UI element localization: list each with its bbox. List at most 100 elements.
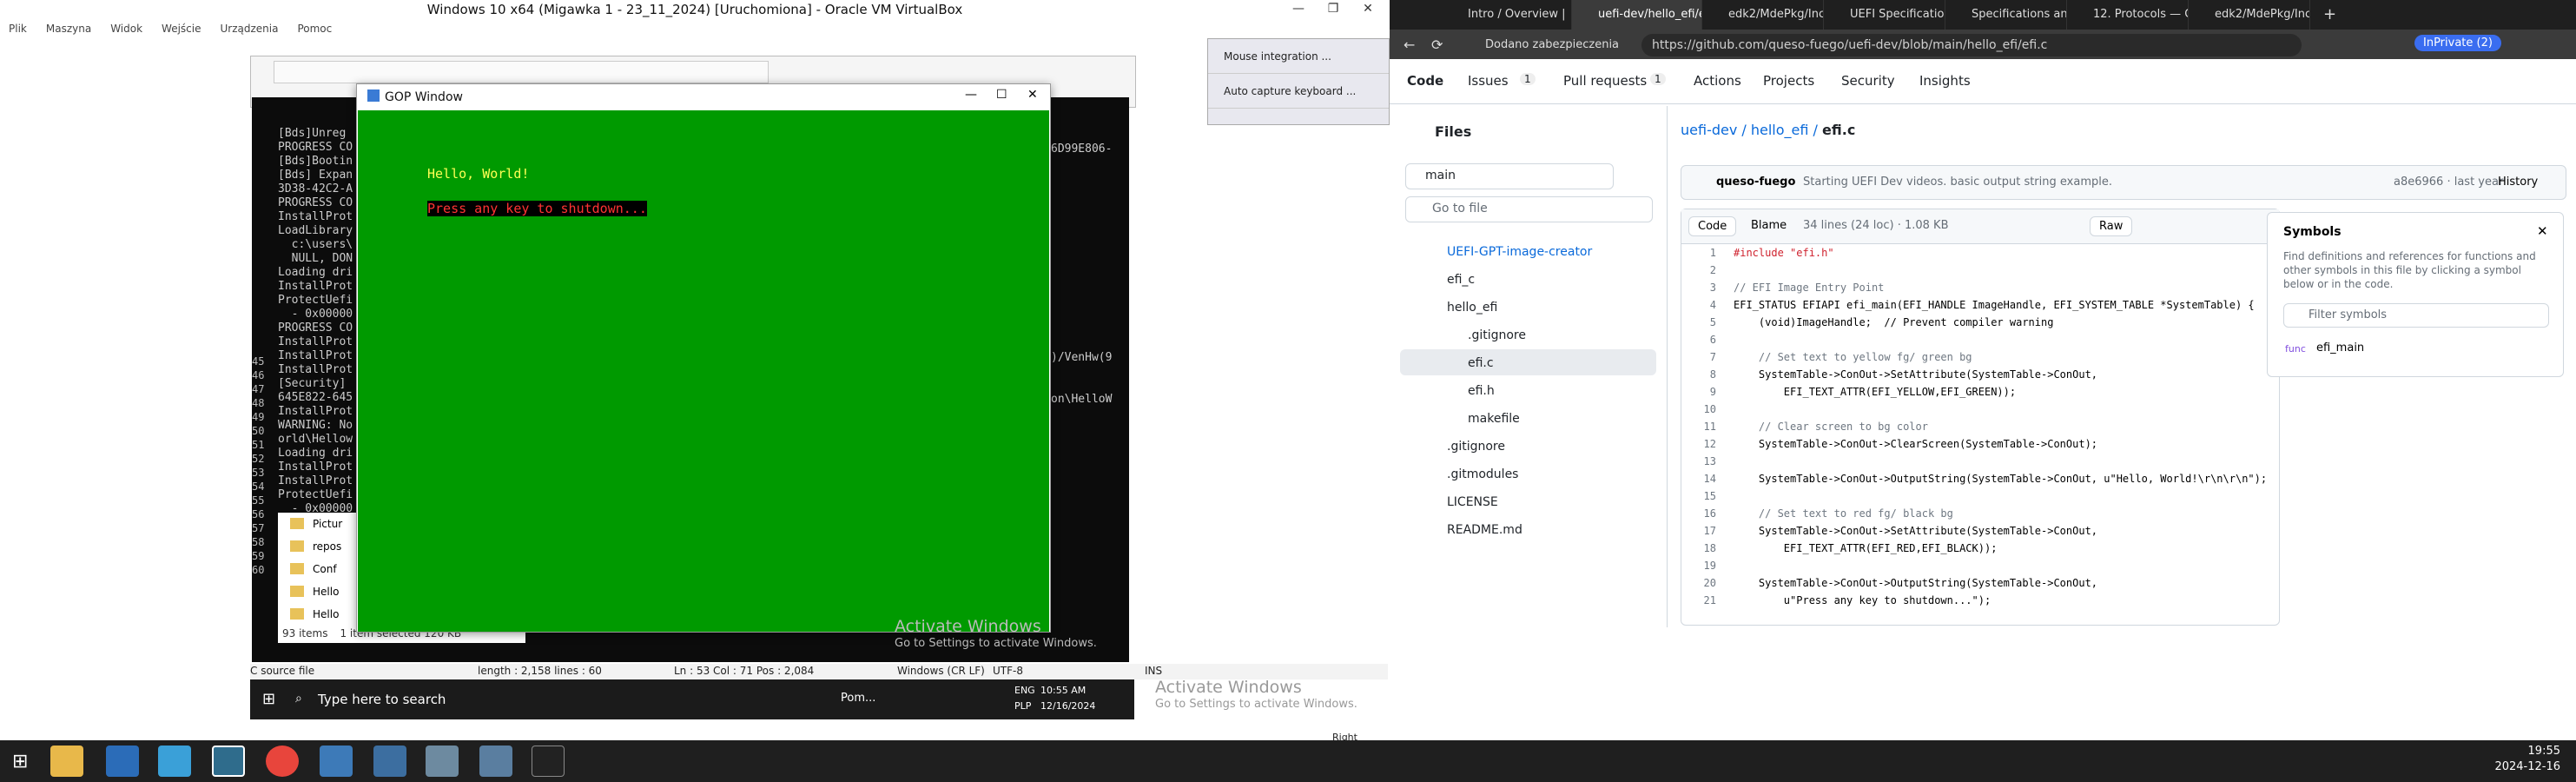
tab-uefi-spec[interactable]: UEFI Specification — [1824, 0, 1945, 30]
nav-issues[interactable]: Issues — [1468, 73, 1509, 89]
filter-symbols-input[interactable]: Filter symbols — [2283, 303, 2549, 328]
breadcrumb-dir[interactable]: hello_efi — [1751, 122, 1809, 138]
menu-help[interactable]: Pomoc — [297, 19, 332, 38]
blame-tab[interactable]: Blame — [1742, 216, 1795, 235]
taskbar-search[interactable]: Type here to search — [318, 692, 446, 707]
tree-makefile[interactable]: makefile — [1468, 412, 1520, 426]
code-line: 17 SystemTable->ConOut->SetAttribute(Sys… — [1681, 522, 2281, 540]
tree-license[interactable]: LICENSE — [1447, 495, 1498, 509]
tree-readme[interactable]: README.md — [1447, 523, 1522, 537]
raw-button[interactable]: Raw — [2090, 216, 2133, 236]
minimize-icon[interactable]: — — [965, 88, 977, 102]
menu-view[interactable]: Widok — [110, 19, 142, 38]
nav-projects[interactable]: Projects — [1763, 73, 1814, 89]
edge-icon[interactable] — [212, 746, 245, 777]
tree-uefi-gpt[interactable]: UEFI-GPT-image-creator — [1447, 245, 1592, 259]
close-icon[interactable]: ✕ — [2537, 223, 2548, 239]
host-clock[interactable]: 19:55 2024-12-16 — [2494, 744, 2560, 775]
explorer-item[interactable]: Hello — [278, 603, 365, 626]
chrome-icon[interactable] — [266, 746, 299, 777]
app-icon[interactable] — [426, 746, 459, 777]
line-number: 49 — [252, 411, 265, 423]
secure-label[interactable]: Dodano zabezpieczenia — [1485, 38, 1619, 51]
guest-date[interactable]: 12/16/2024 — [1040, 700, 1095, 712]
search-icon[interactable]: ⌕ — [295, 692, 302, 706]
nav-pull-requests[interactable]: Pull requests — [1563, 73, 1647, 89]
tab-edk2-1[interactable]: edk2/MdePkg/Incl — [1702, 0, 1824, 30]
commit-author[interactable]: queso-fuego — [1716, 176, 1795, 189]
history-link[interactable]: History — [2498, 176, 2538, 189]
close-icon[interactable]: ✕ — [1027, 88, 1038, 102]
inprivate-badge[interactable]: InPrivate (2) — [2414, 35, 2501, 51]
tree-gitmodules[interactable]: .gitmodules — [1447, 467, 1518, 481]
code-line-number: 16 — [1703, 507, 1716, 520]
code-line-number: 3 — [1709, 282, 1716, 294]
tree-efi-h[interactable]: efi.h — [1468, 384, 1495, 398]
windows-start-icon[interactable]: ⊞ — [262, 690, 275, 708]
tab-protocols[interactable]: 12. Protocols — C — [2067, 0, 2189, 30]
nav-insights[interactable]: Insights — [1919, 73, 1971, 89]
branch-selector[interactable]: main — [1405, 163, 1614, 189]
tab-specifications[interactable]: Specifications and — [1945, 0, 2067, 30]
windows-start-icon[interactable]: ⊞ — [12, 751, 28, 772]
python-icon[interactable] — [320, 746, 353, 777]
symbol-efi-main[interactable]: efi_main — [2316, 341, 2364, 355]
app-icon[interactable] — [106, 746, 139, 777]
maximize-icon[interactable]: ☐ — [996, 88, 1007, 102]
back-icon[interactable]: ← — [1404, 36, 1415, 53]
app-icon[interactable] — [158, 746, 191, 777]
nav-actions[interactable]: Actions — [1694, 73, 1741, 89]
go-to-file-input[interactable]: Go to file — [1405, 196, 1653, 222]
minimize-icon[interactable]: — — [1285, 2, 1311, 16]
gop-window[interactable]: GOP Window — ☐ ✕ Hello, World! Press any… — [356, 83, 1051, 633]
tree-gitignore-sub[interactable]: .gitignore — [1468, 328, 1526, 342]
code-view: Code Blame 34 lines (24 loc) · 1.08 KB R… — [1681, 209, 2280, 626]
tab-edk2-2[interactable]: edk2/MdePkg/Incl — [2189, 0, 2310, 30]
refresh-icon[interactable]: ⟳ — [1431, 36, 1443, 53]
code-line: 11 // Clear screen to bg color — [1681, 418, 2281, 435]
folder-icon — [290, 563, 304, 574]
explorer-item-label: Pictur — [313, 518, 343, 530]
code-line-number: 20 — [1703, 577, 1716, 589]
commit-meta[interactable]: a8e6966 · last year — [2394, 176, 2503, 189]
code-line: 3 // EFI Image Entry Point — [1681, 279, 2281, 296]
tab-hello-efi[interactable]: uefi-dev/hello_efi/e — [1572, 0, 1702, 30]
tree-gitignore[interactable]: .gitignore — [1447, 440, 1505, 454]
app-icon[interactable] — [373, 746, 406, 777]
lang-indicator[interactable]: ENG — [1014, 685, 1035, 696]
menu-machine[interactable]: Maszyna — [46, 19, 91, 38]
explorer-item-label: Hello — [313, 608, 340, 620]
file-explorer-list[interactable]: Pictur repos Conf Hello Hello — [278, 513, 365, 643]
explorer-item[interactable]: Conf — [278, 558, 365, 580]
host-date: 2024-12-16 — [2494, 760, 2560, 773]
taskbar-app[interactable]: Pom... — [841, 692, 875, 705]
menu-file[interactable]: Plik — [9, 19, 27, 38]
tab-intro[interactable]: Intro / Overview | — [1442, 0, 1572, 30]
explorer-item[interactable]: repos — [278, 535, 365, 558]
lang-indicator-2[interactable]: PLP — [1014, 700, 1031, 712]
close-icon[interactable]: ✕ — [1355, 2, 1381, 16]
new-tab-icon[interactable]: + — [2323, 5, 2336, 23]
menu-input[interactable]: Wejście — [162, 19, 201, 38]
mouse-integration-item[interactable]: Mouse integration ... — [1208, 39, 1389, 74]
tree-efi-c[interactable]: efi.c — [1468, 356, 1494, 370]
menu-devices[interactable]: Urządzenia — [220, 19, 278, 38]
terminal-icon[interactable] — [532, 746, 565, 777]
tree-efi-c-dir[interactable]: efi_c — [1447, 273, 1475, 287]
url-field[interactable]: https://github.com/queso-fuego/uefi-dev/… — [1641, 34, 2302, 56]
tree-hello-efi[interactable]: hello_efi — [1447, 301, 1497, 315]
explorer-item[interactable]: Pictur — [278, 513, 365, 535]
code-line: 14 SystemTable->ConOut->OutputString(Sys… — [1681, 470, 2281, 487]
auto-capture-keyboard-item[interactable]: Auto capture keyboard ... — [1208, 74, 1389, 109]
code-tab[interactable]: Code — [1688, 216, 1737, 236]
commit-message[interactable]: Starting UEFI Dev videos. basic output s… — [1803, 176, 2112, 189]
explorer-item[interactable]: Hello — [278, 580, 365, 603]
nav-code[interactable]: Code — [1407, 73, 1443, 89]
guest-time[interactable]: 10:55 AM — [1040, 685, 1086, 696]
nav-security[interactable]: Security — [1841, 73, 1895, 89]
app-icon[interactable] — [479, 746, 512, 777]
file-explorer-icon[interactable] — [50, 746, 83, 777]
maximize-icon[interactable]: ❐ — [1320, 2, 1346, 16]
folder-icon — [290, 608, 304, 620]
breadcrumb-repo[interactable]: uefi-dev — [1681, 122, 1737, 138]
